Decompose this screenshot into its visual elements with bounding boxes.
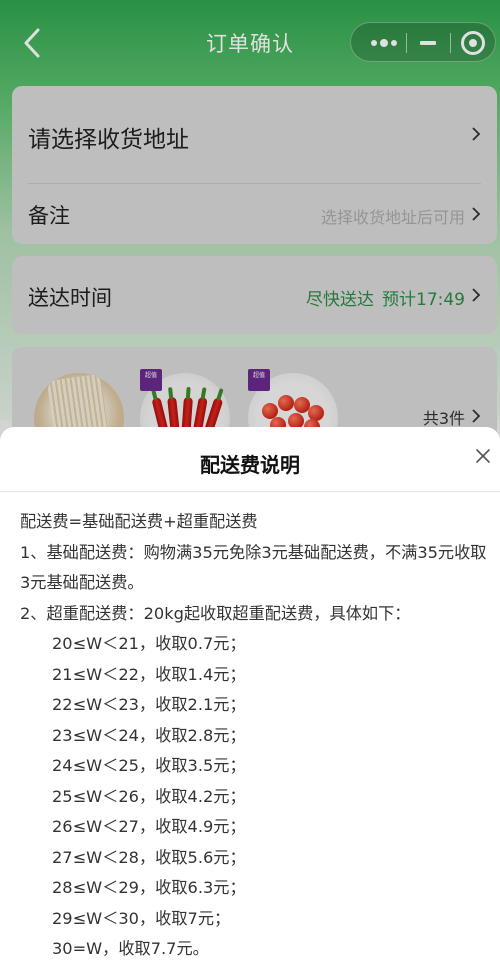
sheet-divider bbox=[0, 491, 500, 492]
weight-tier: 27≤W＜28，收取5.6元； bbox=[52, 847, 246, 867]
weight-tier: 29≤W＜30，收取7元； bbox=[52, 908, 231, 928]
weight-tier: 25≤W＜26，收取4.2元； bbox=[52, 786, 246, 806]
close-button[interactable] bbox=[472, 445, 494, 467]
sheet-title: 配送费说明 bbox=[200, 453, 300, 477]
weight-tier: 28≤W＜29，收取6.3元； bbox=[52, 878, 246, 897]
weight-tier: 20≤W＜21，收取0.7元； bbox=[52, 634, 246, 653]
weight-tier: 21≤W＜22，收取1.4元； bbox=[52, 664, 246, 684]
close-icon bbox=[476, 449, 490, 463]
weight-tier: 26≤W＜27，收取4.9元； bbox=[52, 817, 246, 836]
weight-tier: 24≤W＜25，收取3.5元； bbox=[52, 756, 246, 775]
delivery-fee-sheet: 配送费说明 配送费=基础配送费+超重配送费 1、基础配送费：购物满35元免除3元… bbox=[0, 427, 500, 960]
weight-tier: 22≤W＜23，收取2.1元； bbox=[52, 695, 246, 714]
weight-tier: 23≤W＜24，收取2.8元； bbox=[52, 725, 246, 745]
weight-tier: 30=W，收取7.7元。 bbox=[52, 939, 209, 958]
fee-rules: 配送费=基础配送费+超重配送费 1、基础配送费：购物满35元免除3元基础配送费，… bbox=[20, 507, 492, 960]
rule-base-fee: 1、基础配送费：购物满35元免除3元基础配送费，不满35元收取3元基础配送费。 bbox=[20, 542, 487, 593]
rule-overweight-fee: 2、超重配送费：20kg起收取超重配送费，具体如下： bbox=[20, 603, 411, 623]
fee-formula: 配送费=基础配送费+超重配送费 bbox=[20, 512, 258, 531]
